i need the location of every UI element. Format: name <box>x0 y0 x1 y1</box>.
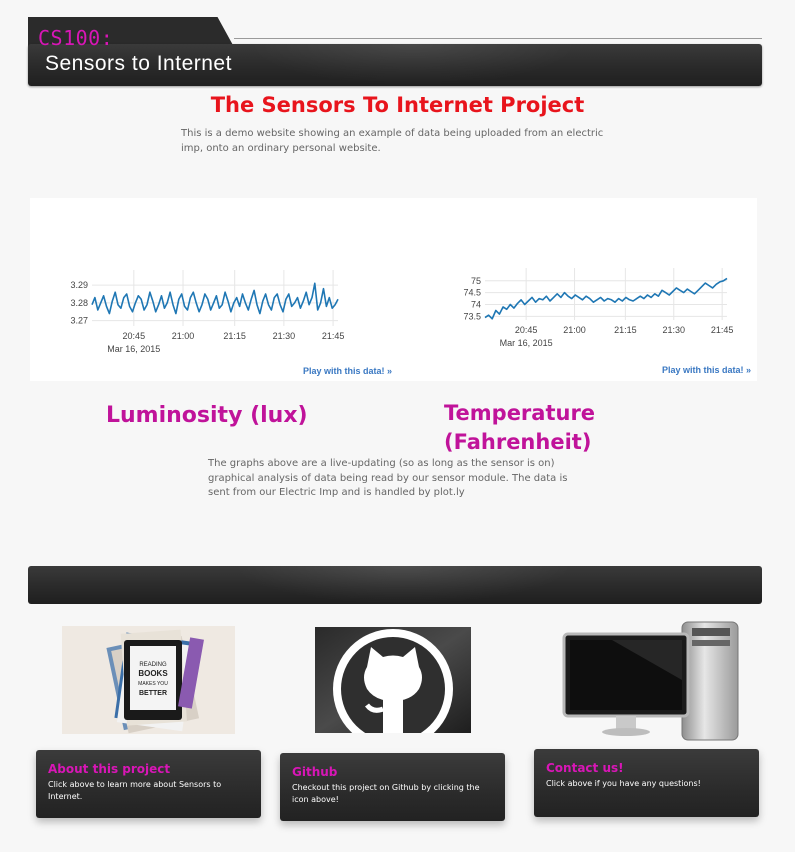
x-tick-label: 21:15 <box>614 325 637 335</box>
books-illustration: READING BOOKS MAKES YOU BETTER <box>62 626 235 734</box>
temperature-chart-svg: 73.574 74.5 75 20:45 21:00 21:15 21:30 21:45 Mar… <box>463 268 734 348</box>
y-tick-label: 74.5 <box>463 288 481 298</box>
x-date-label: Mar 16, 2015 <box>500 338 553 348</box>
x-tick-label: 21:45 <box>711 325 734 335</box>
contact-card-text: Click above if you have any questions! <box>546 779 701 788</box>
y-tick-label: 3.29 <box>70 280 88 290</box>
computer-image[interactable] <box>562 620 742 744</box>
github-octocat-icon <box>315 627 471 749</box>
books-image[interactable]: READING BOOKS MAKES YOU BETTER <box>62 626 235 734</box>
intro-text: This is a demo website showing an exampl… <box>181 128 604 154</box>
about-card[interactable]: About this project Click above to learn … <box>36 750 261 818</box>
chart-panel: 3.27 3.28 3.29 20:45 21:00 21:15 21:30 21:45 Mar… <box>30 198 757 381</box>
luminosity-chart[interactable]: 3.27 3.28 3.29 20:45 21:00 21:15 21:30 21:45 Mar… <box>30 198 395 381</box>
y-tick-label: 75 <box>471 276 481 286</box>
header-shine <box>248 44 578 86</box>
about-card-text: Click above to learn more about Sensors … <box>48 780 222 801</box>
y-tick-label: 73.5 <box>463 311 481 321</box>
x-tick-label: 20:45 <box>515 325 538 335</box>
luminosity-label: Luminosity (lux) <box>106 403 308 428</box>
github-image[interactable] <box>315 627 471 749</box>
svg-text:BOOKS: BOOKS <box>138 669 168 678</box>
x-tick-label: 21:15 <box>223 331 246 341</box>
x-tick-label: 21:45 <box>322 331 345 341</box>
contact-card-title[interactable]: Contact us! <box>546 761 624 775</box>
y-tick-label: 74 <box>471 300 481 310</box>
header-divider <box>234 38 762 39</box>
x-tick-label: 21:00 <box>563 325 586 335</box>
page-title: The Sensors To Internet Project <box>210 93 585 117</box>
course-code: CS100: <box>38 26 114 50</box>
footer-bar <box>28 566 762 604</box>
github-card-text: Checkout this project on Github by click… <box>292 783 480 804</box>
about-card-title[interactable]: About this project <box>48 762 170 776</box>
series-line <box>484 277 728 320</box>
contact-card[interactable]: Contact us! Click above if you have any … <box>534 749 759 817</box>
svg-text:BETTER: BETTER <box>139 690 167 697</box>
svg-text:MAKES YOU: MAKES YOU <box>138 681 168 687</box>
charts-description: The graphs above are a live-updating (so… <box>208 458 568 498</box>
github-card[interactable]: Github Checkout this project on Github b… <box>280 753 505 821</box>
computer-illustration <box>562 621 739 741</box>
series-line <box>91 282 339 315</box>
temperature-label: Temperature (Fahrenheit) <box>444 401 596 454</box>
y-tick-label: 3.27 <box>70 316 88 326</box>
footer-shine <box>233 566 573 604</box>
play-with-data-link-luminosity[interactable]: Play with this data! » <box>303 366 392 376</box>
site-title[interactable]: Sensors to Internet <box>45 52 232 76</box>
x-tick-label: 21:30 <box>273 331 296 341</box>
x-tick-label: 20:45 <box>123 331 146 341</box>
svg-text:READING: READING <box>139 662 167 668</box>
x-tick-label: 21:00 <box>172 331 195 341</box>
x-date-label: Mar 16, 2015 <box>107 344 160 354</box>
luminosity-chart-svg: 3.27 3.28 3.29 20:45 21:00 21:15 21:30 21:45 Mar… <box>70 270 345 354</box>
play-with-data-link-temperature[interactable]: Play with this data! » <box>662 365 751 375</box>
github-card-title[interactable]: Github <box>292 765 337 779</box>
temperature-chart[interactable]: 73.5 74 74.5 75 20:45 21:00 21:15 21:30 21:45 Mar… <box>395 198 757 381</box>
x-tick-label: 21:30 <box>662 325 685 335</box>
y-tick-label: 3.28 <box>70 298 88 308</box>
